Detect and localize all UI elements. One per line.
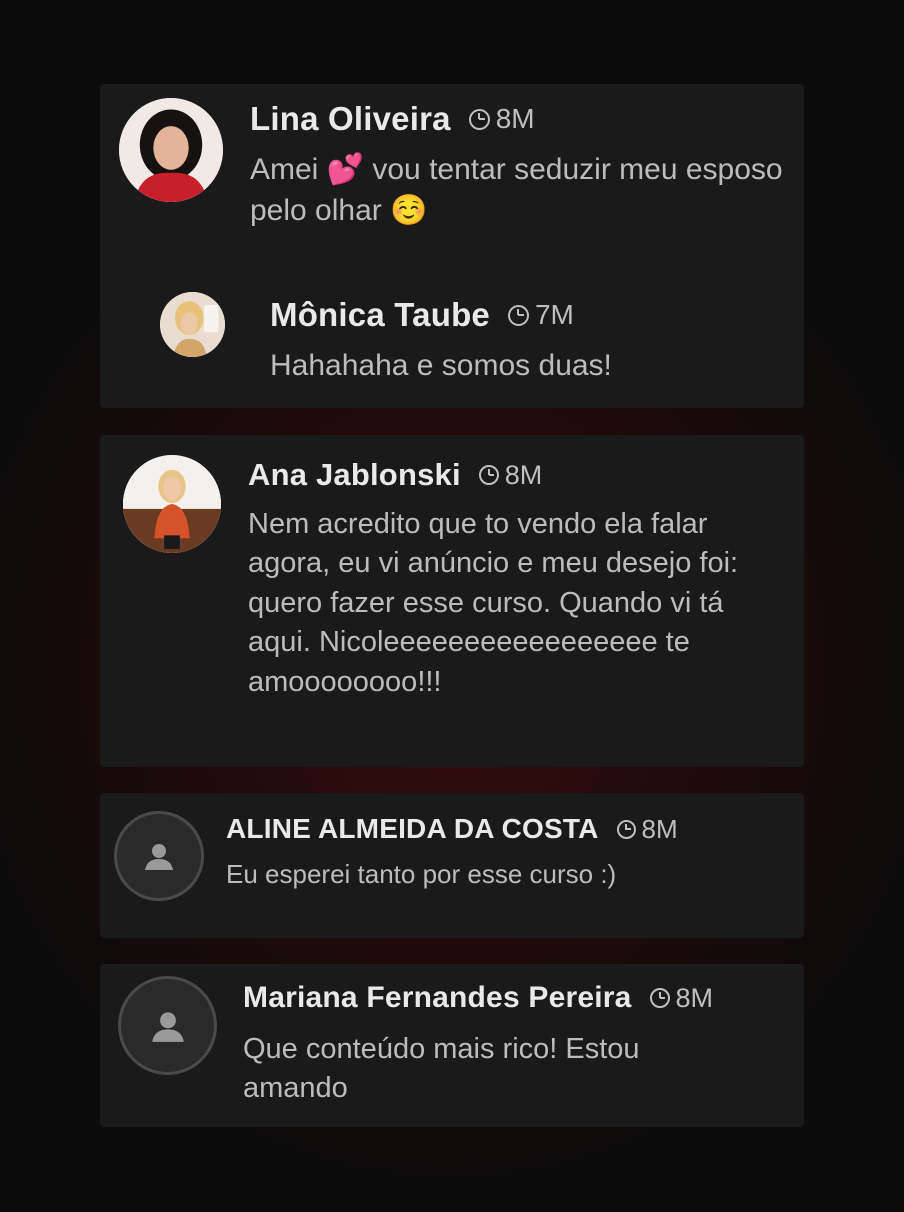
comment-card: Ana Jablonski 8M Nem acredito que to ven…	[100, 435, 804, 767]
comment-header: Mariana Fernandes Pereira 8M	[243, 978, 713, 1018]
author-name[interactable]: ALINE ALMEIDA DA COSTA	[226, 813, 599, 845]
user-placeholder-icon	[151, 1011, 184, 1042]
clock-icon	[478, 465, 499, 485]
timestamp: 8M	[478, 459, 543, 491]
comment-text: Amei 💕 vou tentar seduzir meu esposo pel…	[250, 153, 783, 227]
comment-header: Ana Jablonski 8M	[248, 455, 542, 495]
reply-header: Mônica Taube 7M	[270, 294, 574, 336]
comment-text: Que conteúdo mais rico! Estou amando	[243, 1033, 640, 1105]
author-name[interactable]: Lina Oliveira	[250, 100, 451, 138]
time-value: 8M	[504, 459, 543, 490]
avatar-placeholder[interactable]	[118, 976, 217, 1075]
avatar-photo	[160, 292, 225, 357]
comment-card: Lina Oliveira 8M Amei 💕 vou tentar seduz…	[100, 84, 804, 408]
clock-icon	[649, 988, 670, 1008]
timestamp: 7M	[507, 299, 574, 331]
avatar-photo	[123, 455, 221, 553]
timestamp: 8M	[616, 813, 678, 845]
time-value: 7M	[534, 299, 574, 330]
avatar[interactable]	[123, 455, 221, 553]
author-name[interactable]: Mariana Fernandes Pereira	[243, 981, 632, 1015]
comment-text: Eu esperei tanto por esse curso :)	[226, 859, 617, 889]
comment-text: Nem acredito que to vendo ela falar agor…	[248, 508, 739, 698]
timestamp: 8M	[649, 982, 714, 1014]
time-value: 8M	[675, 982, 714, 1013]
user-placeholder-icon	[145, 844, 173, 870]
avatar[interactable]	[160, 292, 225, 357]
comment-card: Mariana Fernandes Pereira 8M Que conteúd…	[100, 964, 804, 1127]
avatar-photo	[119, 98, 223, 202]
clock-icon	[468, 108, 490, 130]
time-value: 8M	[641, 813, 678, 844]
author-name[interactable]: Ana Jablonski	[248, 457, 461, 493]
comment-card: ALINE ALMEIDA DA COSTA 8M Eu esperei tan…	[100, 793, 804, 938]
comment-header: ALINE ALMEIDA DA COSTA 8M	[226, 811, 678, 847]
avatar[interactable]	[119, 98, 223, 202]
clock-icon	[507, 304, 529, 326]
time-value: 8M	[495, 103, 535, 134]
timestamp: 8M	[468, 103, 535, 135]
clock-icon	[616, 819, 636, 839]
comment-header: Lina Oliveira 8M	[250, 98, 535, 140]
reply-text: Hahahaha e somos duas!	[270, 349, 612, 382]
author-name[interactable]: Mônica Taube	[270, 296, 490, 334]
avatar-placeholder[interactable]	[114, 811, 204, 901]
